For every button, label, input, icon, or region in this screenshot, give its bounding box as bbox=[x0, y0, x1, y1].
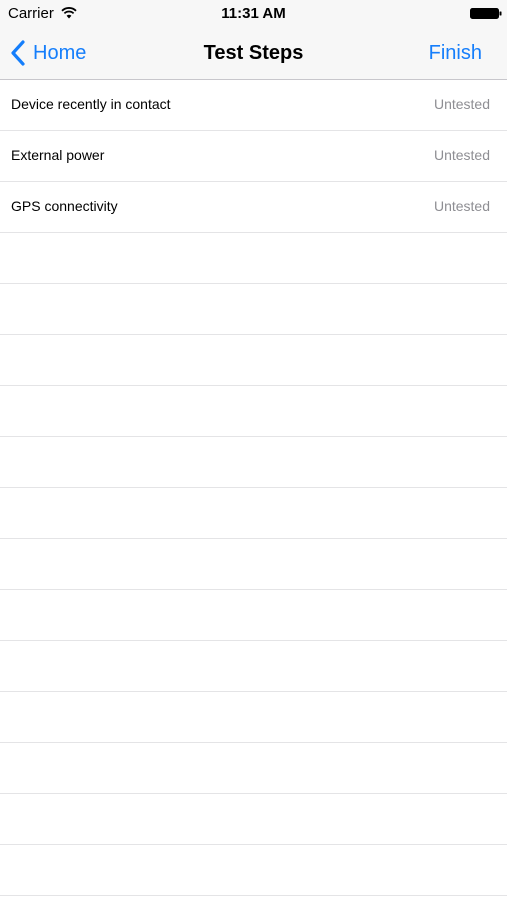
empty-row bbox=[0, 590, 507, 641]
status-time: 11:31 AM bbox=[221, 5, 286, 22]
test-steps-table: Device recently in contact Untested Exte… bbox=[0, 80, 507, 896]
empty-row bbox=[0, 233, 507, 284]
table-row[interactable]: GPS connectivity Untested bbox=[0, 182, 507, 233]
empty-row bbox=[0, 539, 507, 590]
battery-icon bbox=[470, 8, 502, 19]
test-step-status: Untested bbox=[433, 147, 490, 163]
empty-row bbox=[0, 488, 507, 539]
test-step-label: External power bbox=[11, 147, 105, 163]
navigation-bar: Home Test Steps Finish bbox=[0, 28, 507, 80]
test-step-status: Untested bbox=[433, 198, 490, 214]
table-row[interactable]: Device recently in contact Untested bbox=[0, 80, 507, 131]
empty-row bbox=[0, 794, 507, 845]
empty-row bbox=[0, 641, 507, 692]
empty-row bbox=[0, 437, 507, 488]
empty-row bbox=[0, 845, 507, 896]
empty-row bbox=[0, 284, 507, 335]
finish-button[interactable]: Finish bbox=[429, 41, 482, 65]
test-step-status: Untested bbox=[433, 96, 490, 112]
empty-row bbox=[0, 692, 507, 743]
empty-row bbox=[0, 743, 507, 794]
status-bar: Carrier 11:31 AM bbox=[0, 0, 507, 28]
empty-row bbox=[0, 335, 507, 386]
empty-row bbox=[0, 386, 507, 437]
test-step-label: Device recently in contact bbox=[11, 96, 171, 112]
table-row[interactable]: External power Untested bbox=[0, 131, 507, 182]
test-step-label: GPS connectivity bbox=[11, 198, 118, 214]
